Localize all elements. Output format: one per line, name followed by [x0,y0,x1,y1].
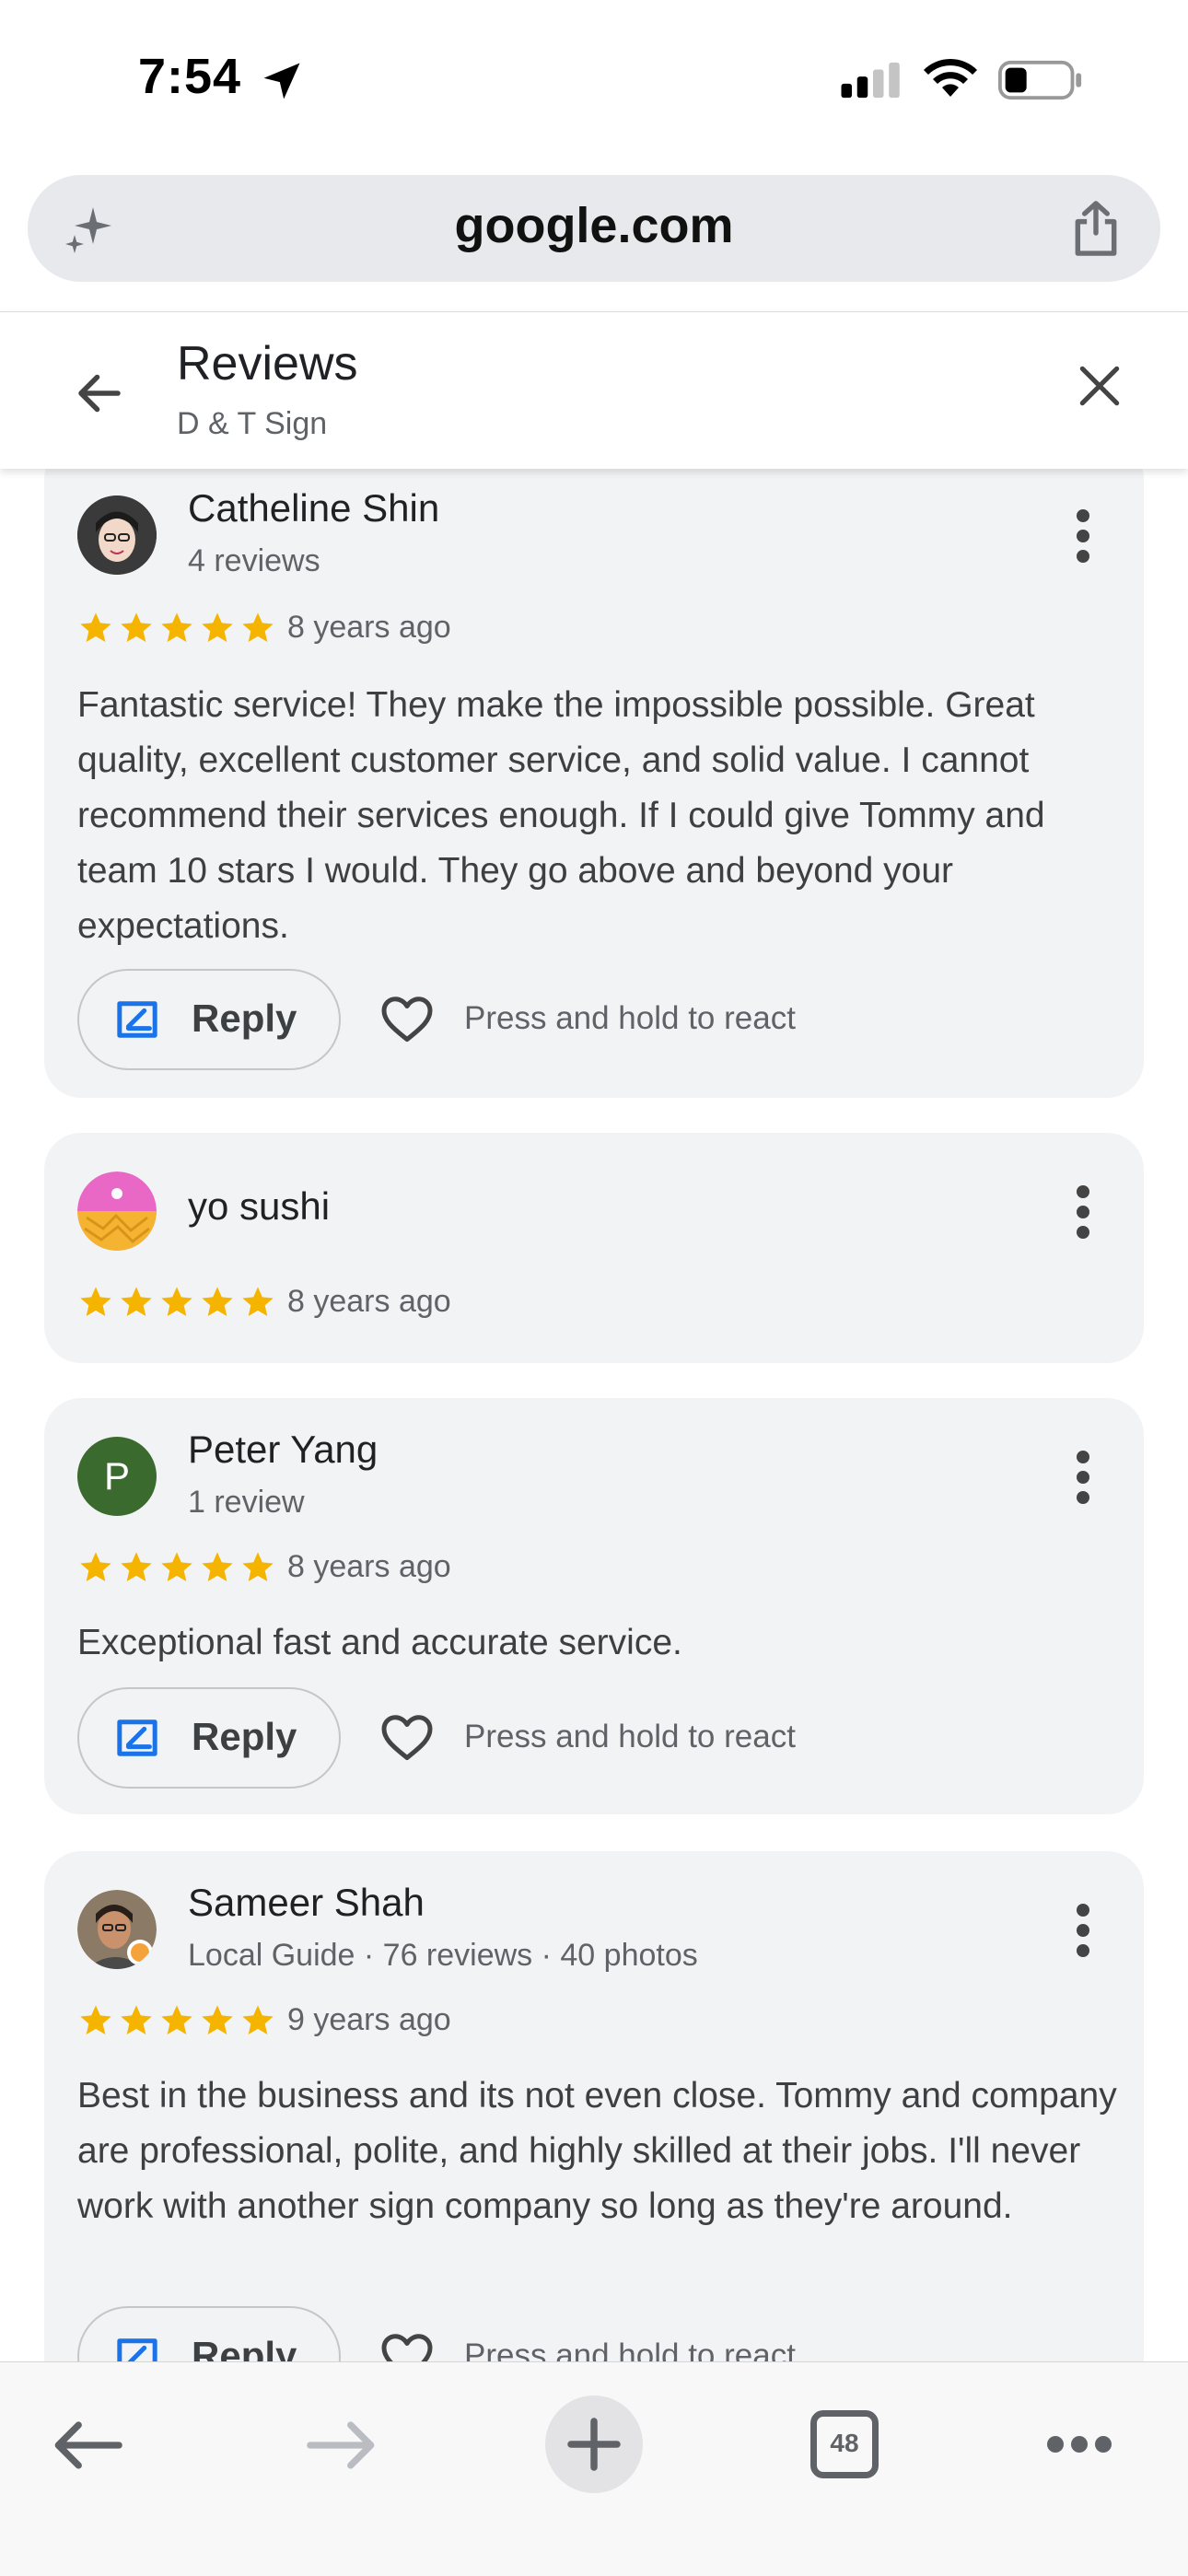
clock: 7:54 [138,49,242,104]
review-card: Catheline Shin 4 reviews 8 years ago Fan… [44,442,1144,1098]
back-arrow-icon[interactable] [72,366,127,421]
star-icon [242,2005,274,2034]
star-icon [242,612,274,642]
star-icon [161,612,192,642]
avatar[interactable] [77,1171,157,1251]
tab-count: 48 [830,2429,859,2457]
star-icon [161,1552,192,1581]
star-icon [121,612,152,642]
star-rating [77,2002,276,2039]
avatar[interactable] [77,1890,157,1969]
react-hint: Press and hold to react [464,1000,796,1036]
star-icon [202,1287,233,1316]
more-options-icon[interactable] [1074,1184,1092,1240]
more-options-icon[interactable] [1074,508,1092,564]
review-card: P Peter Yang 1 review 8 years ago Except… [44,1398,1144,1814]
share-icon[interactable] [1068,199,1124,258]
heart-icon[interactable] [379,1711,435,1763]
new-tab-button[interactable] [545,2395,643,2493]
reviews-header: Reviews D & T Sign [0,311,1188,469]
back-icon[interactable] [52,2418,123,2473]
reviewer-name[interactable]: Sameer Shah [188,1881,425,1925]
review-text: Exceptional fast and accurate service. [77,1623,682,1662]
page-title: Reviews [177,337,358,390]
more-menu-icon[interactable] [1046,2434,1112,2454]
review-date: 8 years ago [287,1284,451,1319]
address-bar[interactable]: google.com [28,175,1160,282]
review-date: 8 years ago [287,1549,451,1584]
avatar[interactable] [77,495,157,575]
browser-toolbar: 48 [0,2361,1188,2576]
review-date: 9 years ago [287,2002,451,2037]
cellular-signal-icon [841,62,900,99]
reply-icon [117,1001,157,1038]
forward-icon[interactable] [306,2418,378,2473]
star-icon [80,1552,111,1581]
star-icon [202,612,233,642]
star-icon [161,1287,192,1316]
reviewer-meta: Local Guide · 76 reviews · 40 photos [188,1938,698,1973]
reviewer-meta: 4 reviews [188,543,320,578]
review-text: Fantastic service! They make the impossi… [77,685,1045,946]
reviewer-name[interactable]: Peter Yang [188,1428,378,1472]
reviewer-name[interactable]: Catheline Shin [188,486,439,530]
star-icon [121,1552,152,1581]
business-name: D & T Sign [177,406,328,441]
status-bar: 7:54 [0,0,1188,166]
star-rating [77,1549,276,1586]
review-text: Best in the business and its not even cl… [77,2076,1117,2226]
reviewer-meta: 1 review [188,1485,305,1520]
reply-icon [117,1719,157,1756]
battery-icon [998,60,1082,100]
reply-label: Reply [192,997,297,1040]
review-card: yo sushi 8 years ago [44,1133,1144,1363]
avatar-initial: P [103,1454,130,1498]
close-icon[interactable] [1074,360,1125,412]
star-rating [77,1284,276,1321]
more-options-icon[interactable] [1074,1450,1092,1505]
star-icon [161,2005,192,2034]
more-options-icon[interactable] [1074,1903,1092,1958]
reply-button[interactable]: Reply [77,1687,341,1789]
star-rating [77,610,276,647]
star-icon [121,1287,152,1316]
star-icon [202,2005,233,2034]
location-arrow-icon [263,63,300,99]
avatar[interactable]: P [77,1437,157,1516]
star-icon [202,1552,233,1581]
star-icon [80,1287,111,1316]
reply-label: Reply [192,1715,297,1758]
reply-button[interactable]: Reply [77,969,341,1070]
star-icon [80,2005,111,2034]
heart-icon[interactable] [379,993,435,1044]
star-icon [242,1552,274,1581]
reviewer-name[interactable]: yo sushi [188,1184,330,1229]
react-hint: Press and hold to react [464,1719,796,1754]
plus-icon [567,2418,621,2471]
review-date: 8 years ago [287,610,451,645]
star-icon [121,2005,152,2034]
star-icon [80,612,111,642]
star-icon [242,1287,274,1316]
url-text[interactable]: google.com [28,197,1160,254]
wifi-icon [924,58,977,97]
tab-switcher-button[interactable]: 48 [810,2410,879,2478]
